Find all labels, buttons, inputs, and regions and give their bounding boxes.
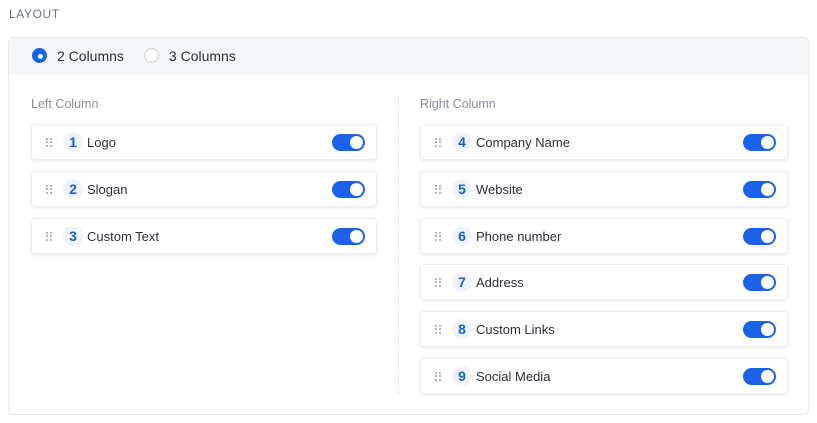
visibility-toggle[interactable] <box>743 321 776 338</box>
list-item-logo[interactable]: 1 Logo <box>31 124 377 160</box>
list-item-address[interactable]: 7 Address <box>420 264 788 300</box>
item-number-badge: 3 <box>63 226 83 246</box>
drag-handle-icon[interactable] <box>435 184 441 194</box>
item-label: Logo <box>87 134 116 150</box>
section-title: LAYOUT <box>9 7 60 21</box>
drag-handle-icon[interactable] <box>46 184 52 194</box>
item-label: Slogan <box>87 181 128 197</box>
list-item-phone-number[interactable]: 6 Phone number <box>420 218 788 254</box>
visibility-toggle[interactable] <box>332 228 365 245</box>
visibility-toggle[interactable] <box>743 181 776 198</box>
item-number-badge: 4 <box>452 132 472 152</box>
item-number-badge: 1 <box>63 132 83 152</box>
drag-handle-icon[interactable] <box>435 137 441 147</box>
column-count-selector: 2 Columns 3 Columns <box>9 38 808 74</box>
visibility-toggle[interactable] <box>743 368 776 385</box>
visibility-toggle[interactable] <box>332 181 365 198</box>
item-label: Address <box>476 274 524 290</box>
drag-handle-icon[interactable] <box>435 371 441 381</box>
visibility-toggle[interactable] <box>743 274 776 291</box>
left-column-label: Left Column <box>31 97 99 111</box>
list-item-company-name[interactable]: 4 Company Name <box>420 124 788 160</box>
list-item-custom-text[interactable]: 3 Custom Text <box>31 218 377 254</box>
visibility-toggle[interactable] <box>743 134 776 151</box>
drag-handle-icon[interactable] <box>46 137 52 147</box>
radio-option-3-columns[interactable]: 3 Columns <box>143 47 236 64</box>
drag-handle-icon[interactable] <box>435 277 441 287</box>
column-divider <box>398 96 399 394</box>
item-label: Phone number <box>476 228 562 244</box>
radio-option-2-columns[interactable]: 2 Columns <box>32 48 124 64</box>
right-column-label: Right Column <box>420 97 496 111</box>
item-label: Custom Links <box>476 321 555 337</box>
item-number-badge: 9 <box>452 366 472 386</box>
list-item-social-media[interactable]: 9 Social Media <box>420 358 788 394</box>
drag-handle-icon[interactable] <box>435 324 441 334</box>
visibility-toggle[interactable] <box>743 228 776 245</box>
item-number-badge: 7 <box>452 272 472 292</box>
radio-label-2-columns: 2 Columns <box>57 47 124 64</box>
item-number-badge: 6 <box>452 226 472 246</box>
item-label: Website <box>476 181 523 197</box>
item-label: Company Name <box>476 134 570 150</box>
item-label: Social Media <box>476 368 551 384</box>
layout-panel: 2 Columns 3 Columns Left Column Right Co… <box>8 37 809 415</box>
item-label: Custom Text <box>87 228 160 244</box>
drag-handle-icon[interactable] <box>46 231 52 241</box>
item-number-badge: 8 <box>452 319 472 339</box>
visibility-toggle[interactable] <box>332 134 365 151</box>
list-item-custom-links[interactable]: 8 Custom Links <box>420 311 788 347</box>
item-number-badge: 5 <box>452 179 472 199</box>
list-item-slogan[interactable]: 2 Slogan <box>31 171 377 207</box>
radio-2-columns[interactable] <box>32 48 47 63</box>
radio-3-columns[interactable] <box>143 48 159 63</box>
radio-label-3-columns: 3 Columns <box>168 47 236 64</box>
drag-handle-icon[interactable] <box>435 231 441 241</box>
list-item-website[interactable]: 5 Website <box>420 171 788 207</box>
item-number-badge: 2 <box>63 179 83 199</box>
